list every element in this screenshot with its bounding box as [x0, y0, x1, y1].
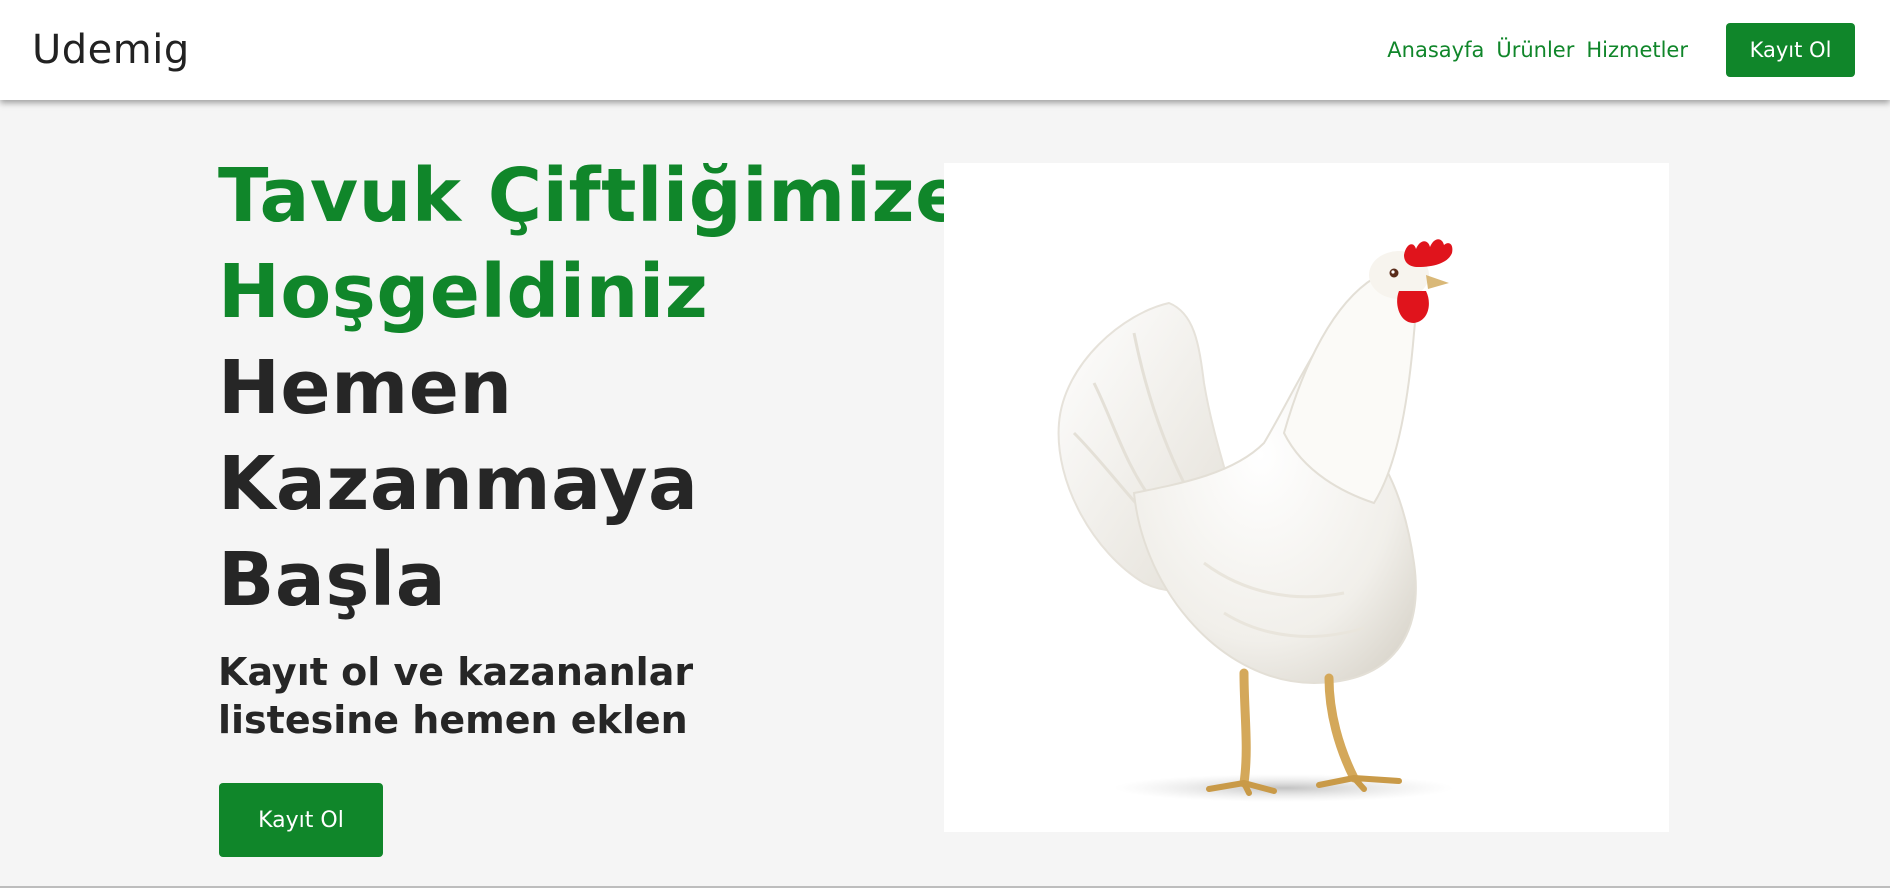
hero-heading: Tavuk Çiftliğimize Hoşgeldiniz Hemen Kaz… — [218, 148, 966, 628]
hero-heading-line: Kazanmaya — [218, 441, 699, 527]
hero-heading-line: Başla — [218, 537, 447, 623]
hero-register-button[interactable]: Kayıt Ol — [219, 783, 383, 857]
hero-heading-line: Hemen — [218, 345, 513, 431]
hero-text-block: Tavuk Çiftliğimize Hoşgeldiniz Hemen Kaz… — [218, 148, 966, 628]
navbar: Udemig Anasayfa Ürünler Hizmetler Kayıt … — [0, 0, 1890, 100]
nav-link-hizmetler[interactable]: Hizmetler — [1586, 36, 1688, 64]
brand-logo[interactable]: Udemig — [32, 26, 190, 74]
nav-register-button[interactable]: Kayıt Ol — [1726, 23, 1855, 77]
nav-link-anasayfa[interactable]: Anasayfa — [1387, 36, 1484, 64]
hero-heading-line: Tavuk Çiftliğimize — [218, 153, 966, 239]
nav-links: Anasayfa Ürünler Hizmetler — [1387, 36, 1688, 64]
hen-illustration-icon — [1057, 239, 1454, 802]
hero-subheading: Kayıt ol ve kazananlar listesine hemen e… — [218, 650, 694, 742]
hero-image — [944, 163, 1669, 832]
hero-heading-line: Hoşgeldiniz — [218, 249, 709, 335]
nav-link-urunler[interactable]: Ürünler — [1496, 36, 1574, 64]
